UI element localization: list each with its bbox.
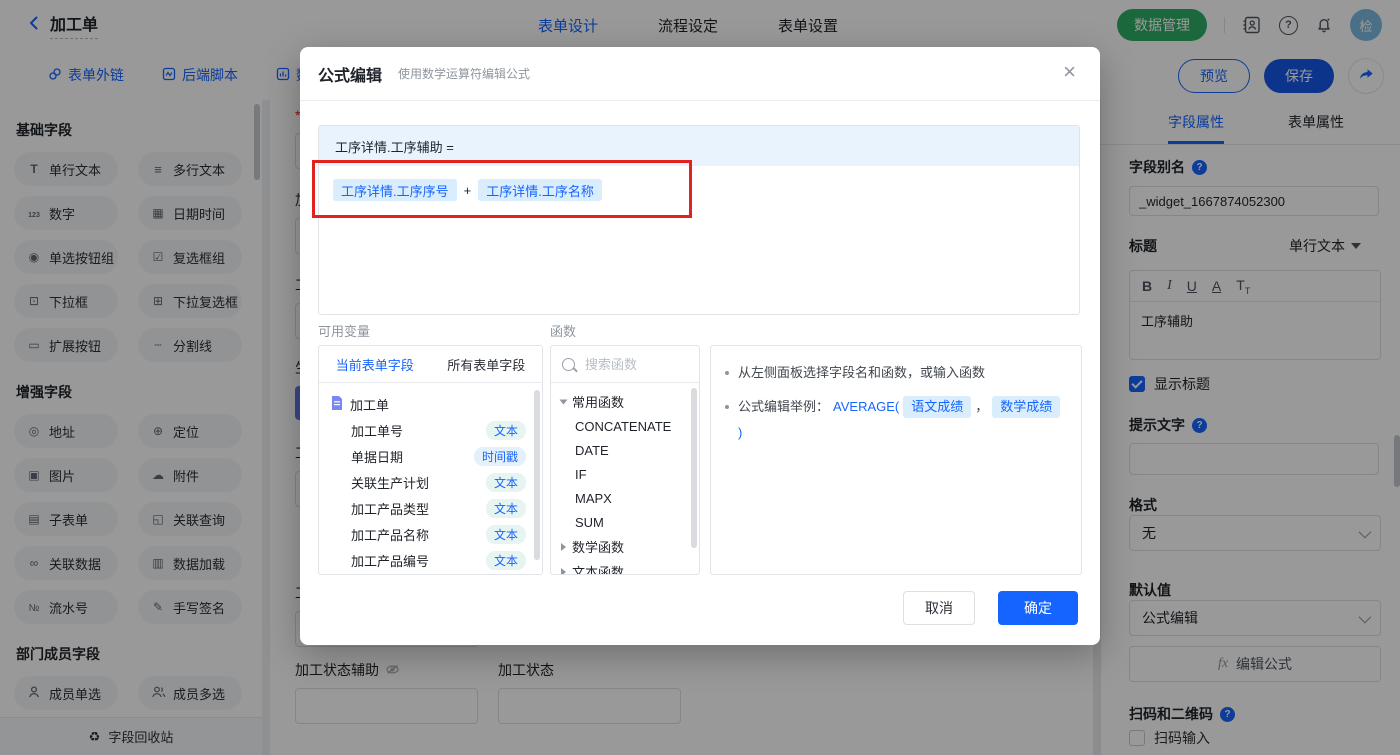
variable-row[interactable]: 加工产品编号 文本	[319, 547, 542, 573]
type-badge: 文本	[485, 498, 526, 518]
modal-title: 公式编辑	[318, 67, 383, 85]
functions-scrollbar[interactable]	[691, 388, 697, 548]
tip-text: 公式编辑举例：	[738, 399, 830, 414]
function-item-if[interactable]: IF	[551, 462, 699, 486]
formula-editor-area[interactable]: 工序详情.工序辅助 = 工序详情.工序序号 + 工序详情.工序名称	[318, 125, 1080, 315]
document-icon	[331, 395, 343, 413]
confirm-button[interactable]: 确定	[998, 591, 1078, 625]
variable-name: 加工产品编号	[351, 553, 430, 569]
functions-panel: 常用函数 CONCATENATE DATE IF MAPX SUM 数学函数 文…	[550, 345, 700, 575]
variable-row[interactable]: 加工产品类型 文本	[319, 495, 542, 521]
function-group-label: 数学函数	[572, 540, 625, 555]
type-badge: 文本	[485, 550, 526, 570]
function-group-math[interactable]: 数学函数	[551, 534, 699, 559]
example-chip: 数学成绩	[992, 396, 1061, 418]
formula-editor-modal: 公式编辑 使用数学运算符编辑公式 × 工序详情.工序辅助 = 工序详情.工序序号…	[300, 47, 1100, 645]
variable-name: 加工产品类型	[351, 501, 430, 517]
type-badge: 时间戳	[473, 446, 526, 466]
variable-name: 关联生产计划	[351, 475, 430, 491]
function-group-label: 常用函数	[572, 395, 625, 410]
variable-name: 单据日期	[351, 449, 404, 465]
tree-root-form[interactable]: 加工单	[319, 391, 542, 417]
variables-tabs: 当前表单字段 所有表单字段	[319, 346, 542, 383]
example-chip: 语文成绩	[903, 396, 972, 418]
type-badge: 文本	[485, 524, 526, 544]
function-item-date[interactable]: DATE	[551, 438, 699, 462]
functions-section-label: 函数	[550, 324, 577, 339]
function-group-text[interactable]: 文本函数	[551, 559, 699, 575]
function-group-label: 文本函数	[572, 565, 625, 575]
search-icon	[562, 357, 575, 371]
tree-root-label: 加工单	[350, 397, 390, 413]
modal-header: 公式编辑 使用数学运算符编辑公式 ×	[300, 47, 1100, 101]
variable-row[interactable]: 加工产品名称 文本	[319, 521, 542, 547]
variable-row[interactable]: 加工单号 文本	[319, 417, 542, 443]
formula-chip[interactable]: 工序详情.工序名称	[478, 179, 602, 201]
chevron-collapsed-icon	[561, 542, 566, 551]
variables-scrollbar[interactable]	[534, 390, 540, 560]
tab-current-form-fields[interactable]: 当前表单字段	[319, 346, 431, 382]
formula-expression[interactable]: 工序详情.工序序号 + 工序详情.工序名称	[319, 166, 1079, 214]
type-badge: 文本	[485, 420, 526, 440]
tip-example: 公式编辑举例： AVERAGE( 语文成绩 ， 数学成绩 )	[738, 396, 1067, 444]
cancel-button[interactable]: 取消	[903, 591, 975, 625]
variables-tree: 加工单 加工单号 文本 单据日期 时间戳 关联生产计划 文本 加工产品类型 文本…	[319, 383, 542, 573]
function-item-concatenate[interactable]: CONCATENATE	[551, 414, 699, 438]
close-icon[interactable]: ×	[1063, 61, 1076, 83]
function-item-sum[interactable]: SUM	[551, 510, 699, 534]
variable-row[interactable]: 单据日期 时间戳	[319, 443, 542, 469]
tip-item: 从左侧面板选择字段名和函数，或输入函数	[725, 362, 1067, 384]
variables-section-label: 可用变量	[318, 324, 371, 339]
tab-all-form-fields[interactable]: 所有表单字段	[431, 346, 543, 382]
chevron-expanded-icon	[559, 399, 568, 404]
example-function: AVERAGE(	[833, 399, 900, 414]
type-badge: 文本	[485, 472, 526, 492]
variable-name: 加工产品名称	[351, 527, 430, 543]
modal-subtitle: 使用数学运算符编辑公式	[398, 67, 531, 81]
bullet-icon	[725, 371, 729, 375]
modal-footer: 取消 确定	[903, 591, 1078, 625]
chevron-collapsed-icon	[561, 567, 566, 574]
formula-target: 工序详情.工序辅助 =	[319, 126, 1079, 166]
function-search	[551, 346, 699, 383]
function-group-common[interactable]: 常用函数	[551, 389, 699, 414]
variable-row[interactable]: 关联生产计划 文本	[319, 469, 542, 495]
variable-name: 加工单号	[351, 423, 404, 439]
function-search-input[interactable]	[583, 355, 682, 373]
tip-item: 公式编辑举例： AVERAGE( 语文成绩 ， 数学成绩 )	[725, 396, 1067, 444]
tip-text: 从左侧面板选择字段名和函数，或输入函数	[738, 365, 986, 380]
formula-chip[interactable]: 工序详情.工序序号	[333, 179, 457, 201]
tip-text: ，	[975, 399, 989, 414]
function-item-mapx[interactable]: MAPX	[551, 486, 699, 510]
example-function-close: )	[738, 425, 743, 440]
variables-panel: 当前表单字段 所有表单字段 加工单 加工单号 文本 单据日期 时间戳 关联生产计…	[318, 345, 543, 575]
tips-panel: 从左侧面板选择字段名和函数，或输入函数 公式编辑举例： AVERAGE( 语文成…	[710, 345, 1082, 575]
plus-operator: +	[463, 182, 472, 198]
bullet-icon	[725, 405, 729, 409]
